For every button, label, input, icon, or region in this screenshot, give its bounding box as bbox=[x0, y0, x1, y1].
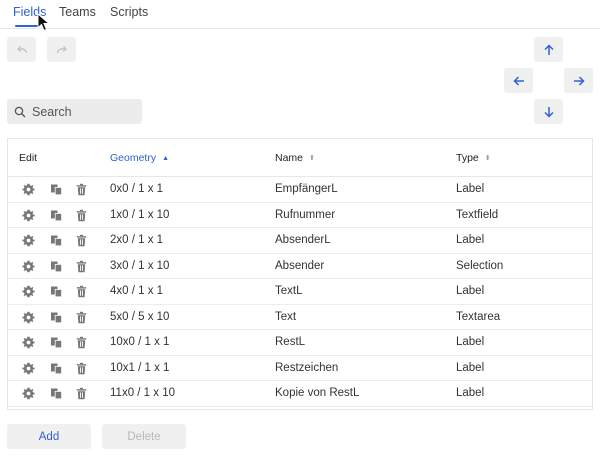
copy-icon[interactable] bbox=[50, 260, 63, 273]
table-header: Edit Geometry ▲ Name ⬍ Type ⬍ bbox=[8, 139, 592, 177]
geometry-cell: 0x0 / 1 x 1 bbox=[110, 183, 164, 195]
copy-icon[interactable] bbox=[50, 336, 63, 349]
name-cell: Text bbox=[275, 310, 297, 323]
trash-icon[interactable] bbox=[75, 362, 88, 375]
column-header-label: Name bbox=[275, 152, 304, 164]
column-header-name[interactable]: Name ⬍ bbox=[275, 152, 315, 164]
type-cell: Label bbox=[456, 234, 485, 246]
table-row[interactable]: 11x0 / 1 x 10 Kopie von RestL Label bbox=[8, 381, 592, 407]
column-header-edit: Edit bbox=[19, 152, 37, 164]
move-up-button[interactable] bbox=[534, 37, 563, 62]
settings-icon[interactable] bbox=[22, 209, 35, 222]
arrow-left-icon bbox=[512, 75, 524, 86]
type-cell: Selection bbox=[456, 259, 504, 272]
copy-icon[interactable] bbox=[50, 362, 63, 375]
table-row[interactable]: 1x0 / 1 x 10 Rufnummer Textfield bbox=[8, 203, 592, 228]
copy-icon[interactable] bbox=[50, 387, 63, 400]
redo-icon bbox=[56, 45, 67, 53]
column-header-geometry[interactable]: Geometry ▲ bbox=[110, 152, 169, 164]
copy-icon[interactable] bbox=[50, 285, 63, 298]
geometry-cell: 10x0 / 1 x 1 bbox=[110, 336, 170, 348]
active-tab-indicator bbox=[15, 25, 39, 27]
copy-icon[interactable] bbox=[50, 234, 63, 247]
type-cell: Label bbox=[456, 183, 485, 195]
tab-teams[interactable]: Teams bbox=[59, 5, 96, 19]
settings-icon[interactable] bbox=[22, 183, 35, 196]
settings-icon[interactable] bbox=[22, 311, 35, 324]
settings-icon[interactable] bbox=[22, 362, 35, 375]
copy-icon[interactable] bbox=[50, 209, 63, 222]
arrow-right-icon bbox=[573, 75, 585, 86]
table-row[interactable]: 10x1 / 1 x 1 Restzeichen Label bbox=[8, 356, 592, 381]
redo-button[interactable] bbox=[47, 37, 76, 62]
add-button[interactable]: Add bbox=[7, 424, 91, 449]
fields-table: Edit Geometry ▲ Name ⬍ Type ⬍ 0x0 / 1 x … bbox=[7, 138, 593, 410]
geometry-cell: 10x1 / 1 x 1 bbox=[110, 361, 170, 374]
settings-icon[interactable] bbox=[22, 387, 35, 400]
name-cell: Rufnummer bbox=[275, 208, 336, 221]
settings-icon[interactable] bbox=[22, 336, 35, 349]
name-cell: RestL bbox=[275, 336, 306, 348]
tab-bar: Fields Teams Scripts bbox=[0, 0, 600, 29]
trash-icon[interactable] bbox=[75, 285, 88, 298]
search-icon bbox=[14, 106, 26, 117]
delete-button[interactable]: Delete bbox=[102, 424, 186, 449]
geometry-cell: 5x0 / 5 x 10 bbox=[110, 310, 170, 323]
geometry-cell: 2x0 / 1 x 1 bbox=[110, 234, 164, 246]
name-cell: EmpfängerL bbox=[275, 183, 338, 195]
table-row[interactable]: 0x0 / 1 x 1 EmpfängerL Label bbox=[8, 177, 592, 203]
table-row[interactable]: 2x0 / 1 x 1 AbsenderL Label bbox=[8, 228, 592, 254]
settings-icon[interactable] bbox=[22, 260, 35, 273]
type-cell: Label bbox=[456, 336, 485, 348]
trash-icon[interactable] bbox=[75, 183, 88, 196]
type-cell: Textfield bbox=[456, 208, 499, 221]
name-cell: TextL bbox=[275, 285, 303, 297]
copy-icon[interactable] bbox=[50, 311, 63, 324]
search-input[interactable] bbox=[32, 104, 132, 119]
trash-icon[interactable] bbox=[75, 260, 88, 273]
trash-icon[interactable] bbox=[75, 234, 88, 247]
name-cell: AbsenderL bbox=[275, 234, 331, 246]
mouse-pointer-icon bbox=[37, 13, 51, 32]
geometry-cell: 4x0 / 1 x 1 bbox=[110, 285, 164, 297]
trash-icon[interactable] bbox=[75, 336, 88, 349]
name-cell: Kopie von RestL bbox=[275, 387, 360, 399]
sort-ascending-icon: ▲ bbox=[162, 154, 170, 162]
search-box[interactable] bbox=[7, 99, 142, 124]
geometry-cell: 1x0 / 1 x 10 bbox=[110, 208, 170, 221]
column-header-label: Edit bbox=[19, 152, 38, 164]
tab-scripts[interactable]: Scripts bbox=[110, 5, 148, 19]
move-left-button[interactable] bbox=[504, 68, 533, 93]
settings-icon[interactable] bbox=[22, 234, 35, 247]
table-row[interactable]: 5x0 / 5 x 10 Text Textarea bbox=[8, 305, 592, 330]
column-header-type[interactable]: Type ⬍ bbox=[456, 152, 491, 164]
move-right-button[interactable] bbox=[564, 68, 593, 93]
move-down-button[interactable] bbox=[534, 99, 563, 124]
table-row[interactable]: 4x0 / 1 x 1 TextL Label bbox=[8, 279, 592, 305]
name-cell: Restzeichen bbox=[275, 361, 339, 374]
sort-icon: ⬍ bbox=[484, 154, 491, 162]
undo-icon bbox=[16, 45, 27, 53]
geometry-cell: 3x0 / 1 x 10 bbox=[110, 259, 170, 272]
undo-button[interactable] bbox=[7, 37, 36, 62]
copy-icon[interactable] bbox=[50, 183, 63, 196]
trash-icon[interactable] bbox=[75, 209, 88, 222]
table-row[interactable]: 3x0 / 1 x 10 Absender Selection bbox=[8, 254, 592, 279]
geometry-cell: 11x0 / 1 x 10 bbox=[110, 387, 175, 399]
column-header-label: Type bbox=[456, 152, 479, 164]
trash-icon[interactable] bbox=[75, 387, 88, 400]
trash-icon[interactable] bbox=[75, 311, 88, 324]
arrow-up-icon bbox=[543, 43, 554, 55]
sort-icon: ⬍ bbox=[309, 154, 315, 162]
type-cell: Label bbox=[456, 361, 485, 374]
type-cell: Textarea bbox=[456, 310, 501, 323]
type-cell: Label bbox=[456, 285, 485, 297]
column-header-label: Geometry bbox=[110, 152, 157, 164]
table-row[interactable]: 10x0 / 1 x 1 RestL Label bbox=[8, 330, 592, 356]
settings-icon[interactable] bbox=[22, 285, 35, 298]
name-cell: Absender bbox=[275, 259, 325, 272]
type-cell: Label bbox=[456, 387, 485, 399]
arrow-down-icon bbox=[543, 106, 554, 118]
